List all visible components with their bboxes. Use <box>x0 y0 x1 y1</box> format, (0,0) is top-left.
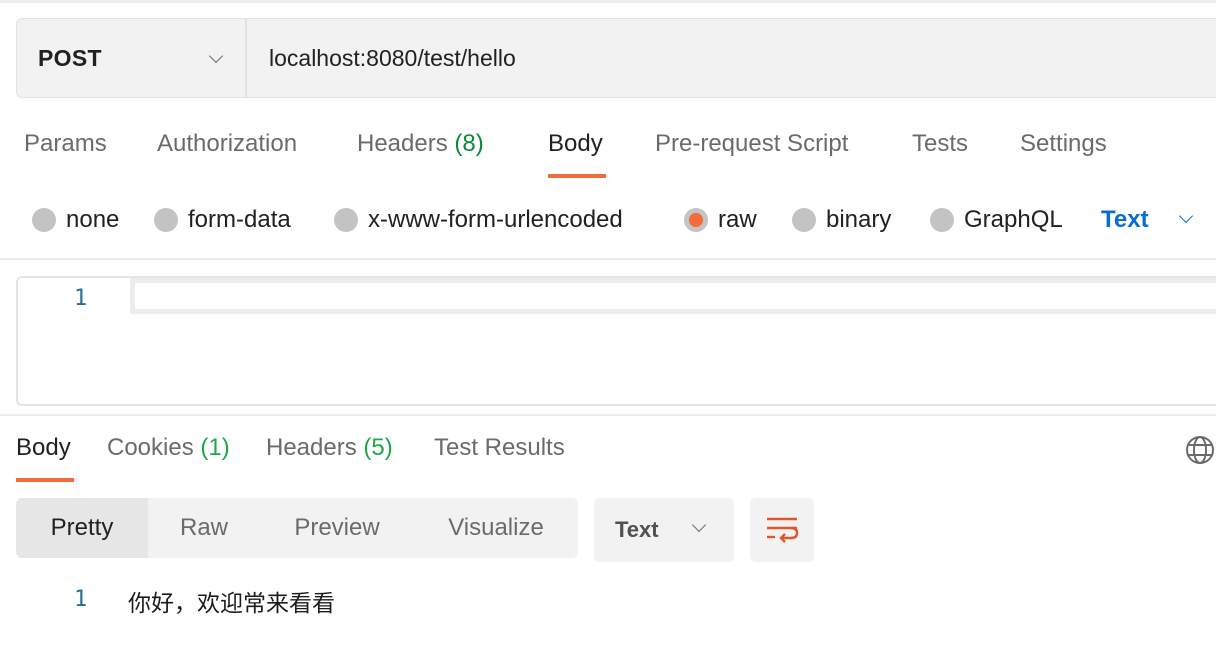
cookies-count: (1) <box>200 434 230 461</box>
tab-label: Test Results <box>434 434 565 461</box>
tab-tests[interactable]: Tests <box>912 130 968 158</box>
chevron-down-icon <box>1178 208 1193 224</box>
radio-graphql[interactable]: GraphQL <box>930 206 1063 234</box>
tab-pre-request-script[interactable]: Pre-request Script <box>655 130 848 158</box>
tab-label: Tests <box>912 130 969 157</box>
view-label: Pretty <box>50 514 114 541</box>
radio-dot-checked <box>684 208 708 232</box>
response-tabs: Body Cookies (1) Headers (5) Test Result… <box>0 432 1216 484</box>
tab-body[interactable]: Body <box>548 130 603 158</box>
radio-label: none <box>66 206 120 233</box>
radio-label: raw <box>718 206 757 233</box>
response-tab-body[interactable]: Body <box>16 434 71 462</box>
response-view-toggle: Pretty Raw Preview Visualize <box>16 498 578 558</box>
response-format-select[interactable]: Text <box>594 498 734 562</box>
request-url-bar: POST <box>16 18 1216 98</box>
radio-dot <box>792 208 816 232</box>
tab-label: Params <box>24 130 107 157</box>
radio-dot <box>334 208 358 232</box>
word-wrap-icon <box>767 517 799 543</box>
view-label: Visualize <box>448 514 544 541</box>
method-label: POST <box>38 44 102 71</box>
view-visualize-button[interactable]: Visualize <box>414 498 578 558</box>
radio-dot <box>930 208 954 232</box>
radio-dot <box>32 208 56 232</box>
response-tab-test-results[interactable]: Test Results <box>434 434 565 462</box>
tab-label: Cookies <box>107 434 194 461</box>
response-format-label: Text <box>615 517 659 542</box>
radio-binary[interactable]: binary <box>792 206 891 234</box>
tab-label: Body <box>16 434 71 461</box>
line-number: 1 <box>74 286 88 311</box>
active-tab-indicator <box>548 174 606 178</box>
active-line[interactable] <box>130 278 1216 314</box>
tab-params[interactable]: Params <box>24 130 107 158</box>
chevron-down-icon <box>208 48 224 64</box>
radio-form-data[interactable]: form-data <box>154 206 291 234</box>
view-label: Preview <box>294 514 380 541</box>
radio-x-www-form-urlencoded[interactable]: x-www-form-urlencoded <box>334 206 623 234</box>
tab-settings[interactable]: Settings <box>1020 130 1107 158</box>
response-line-text: 你好，欢迎常来看看 <box>128 591 335 617</box>
divider <box>0 414 1216 416</box>
response-line-number: 1 <box>74 587 88 612</box>
raw-language-select[interactable]: Text <box>1101 206 1193 234</box>
tab-label: Settings <box>1020 130 1107 157</box>
tab-label: Authorization <box>157 130 298 157</box>
request-tabs: Params Authorization Headers (8) Body Pr… <box>0 126 1216 180</box>
top-border <box>0 0 1216 3</box>
response-tab-headers[interactable]: Headers (5) <box>266 434 393 462</box>
body-type-radios: none form-data x-www-form-urlencoded raw… <box>0 200 1216 240</box>
view-raw-button[interactable]: Raw <box>148 498 260 558</box>
radio-label: x-www-form-urlencoded <box>368 206 623 233</box>
method-select[interactable]: POST <box>17 19 247 97</box>
headers-count: (5) <box>363 434 393 461</box>
radio-dot <box>154 208 178 232</box>
tab-label: Body <box>548 130 603 157</box>
view-label: Raw <box>179 514 228 541</box>
chevron-down-icon <box>691 517 707 533</box>
headers-count: (8) <box>454 130 484 157</box>
view-pretty-button[interactable]: Pretty <box>16 498 148 558</box>
radio-label: binary <box>826 206 892 233</box>
active-tab-indicator <box>16 478 74 482</box>
tab-label: Headers <box>357 130 448 157</box>
globe-icon[interactable] <box>1184 434 1216 466</box>
tab-headers[interactable]: Headers (8) <box>357 130 484 158</box>
tab-label: Pre-request Script <box>655 130 849 157</box>
radio-raw[interactable]: raw <box>684 206 757 234</box>
radio-none[interactable]: none <box>32 206 119 234</box>
word-wrap-button[interactable] <box>750 498 814 562</box>
divider <box>0 258 1216 260</box>
url-input[interactable] <box>247 19 1216 97</box>
radio-label: GraphQL <box>964 206 1063 233</box>
request-body-editor[interactable]: 1 <box>16 276 1216 406</box>
response-tab-cookies[interactable]: Cookies (1) <box>107 434 230 462</box>
view-preview-button[interactable]: Preview <box>260 498 414 558</box>
tab-label: Headers <box>266 434 357 461</box>
radio-label: form-data <box>188 206 291 233</box>
tab-authorization[interactable]: Authorization <box>157 130 297 158</box>
raw-language-label: Text <box>1101 206 1149 233</box>
